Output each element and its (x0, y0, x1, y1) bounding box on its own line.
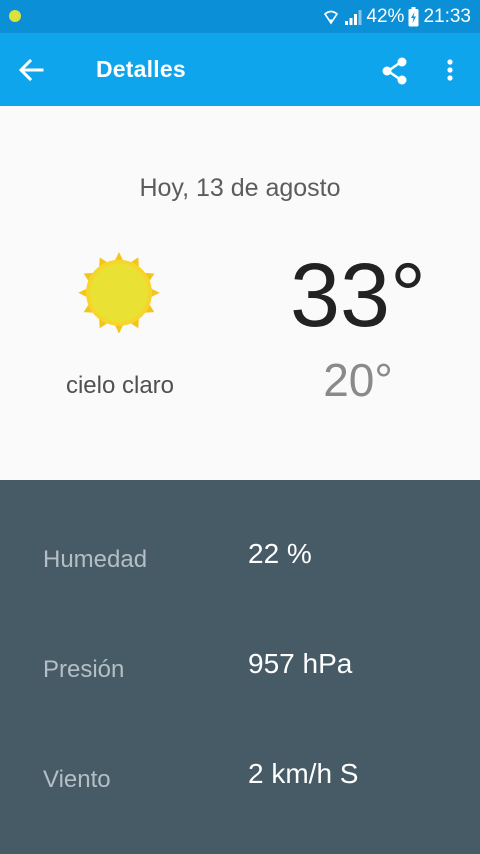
battery-charging-icon (408, 7, 419, 27)
min-temperature: 20° (323, 354, 393, 406)
app-bar: Detalles (0, 33, 480, 106)
overflow-menu-button[interactable] (440, 55, 460, 87)
arrow-left-icon (18, 58, 44, 82)
humidity-label: Humedad (43, 546, 148, 573)
clock: 21:33 (423, 6, 471, 27)
more-vert-icon (447, 59, 453, 81)
page-title: Detalles (96, 56, 186, 82)
detail-row-pressure: Presión 957 hPa (0, 648, 480, 688)
share-icon (382, 57, 407, 85)
pressure-value: 957 hPa (248, 648, 353, 679)
share-button[interactable] (379, 55, 411, 87)
wind-value: 2 km/h S (248, 758, 359, 789)
pressure-label: Presión (43, 656, 125, 683)
details-panel: Humedad 22 % Presión 957 hPa Viento 2 km… (0, 480, 480, 854)
detail-row-humidity: Humedad 22 % (0, 538, 480, 578)
humidity-value: 22 % (248, 538, 312, 569)
signal-icon (345, 10, 362, 25)
notification-dot-icon (9, 10, 21, 22)
weather-condition: cielo claro (65, 372, 175, 399)
battery-percent: 42% (366, 6, 405, 27)
max-temperature: 33° (289, 246, 427, 346)
sun-icon (78, 252, 160, 334)
back-button[interactable] (14, 54, 50, 86)
wind-label: Viento (43, 766, 111, 793)
forecast-date: Hoy, 13 de agosto (139, 174, 341, 202)
detail-row-wind: Viento 2 km/h S (0, 758, 480, 798)
status-bar: 42% 21:33 (0, 0, 480, 33)
wifi-icon (324, 10, 339, 25)
status-indicators: 42% 21:33 (322, 5, 471, 29)
